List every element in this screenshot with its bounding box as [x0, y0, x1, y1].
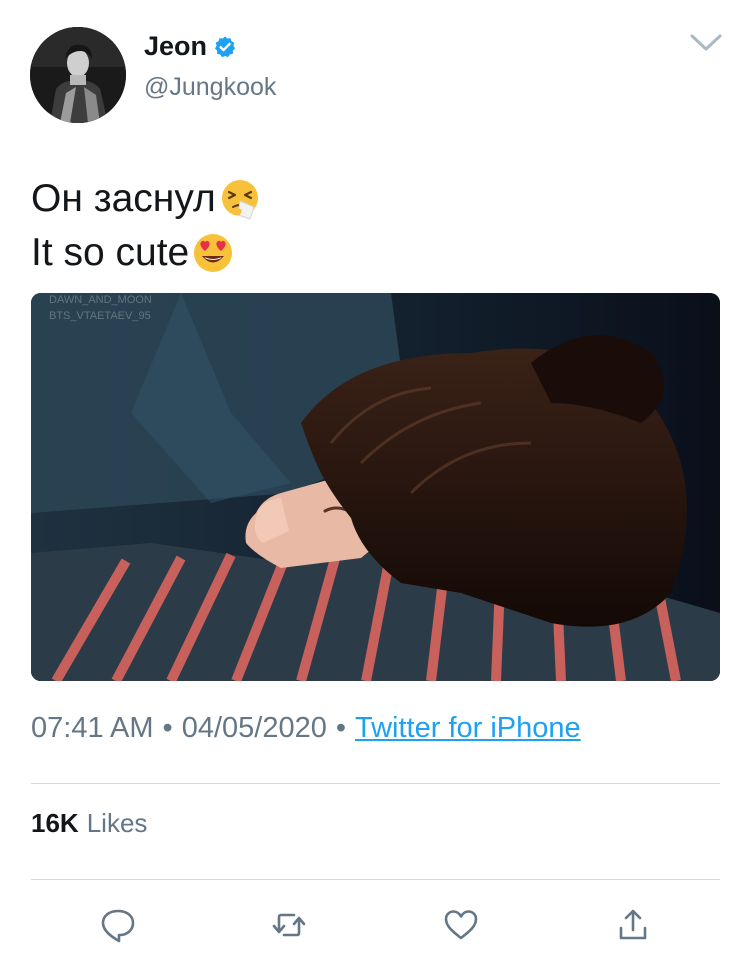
meta-separator: • [162, 712, 173, 744]
like-button[interactable] [436, 900, 486, 950]
tweet-date[interactable]: 04/05/2020 [182, 712, 327, 745]
tweet-media[interactable]: DAWN_AND_MOON BTS_VTAETAEV_95 [31, 293, 720, 681]
tweet-line-1-text: Он заснул [31, 177, 216, 220]
tweet-line-2: It so cute [31, 226, 721, 280]
tweet-source-link[interactable]: Twitter for iPhone [355, 712, 581, 745]
sneezing-face-icon [221, 180, 258, 220]
author-handle[interactable]: @Jungkook [144, 73, 276, 102]
tweet-line-1: Он заснул [31, 172, 721, 226]
retweet-button[interactable] [264, 900, 314, 950]
avatar[interactable] [30, 27, 126, 123]
avatar-image [30, 27, 126, 123]
tweet-line-2-text: It so cute [31, 231, 190, 274]
likes-label: Likes [86, 808, 148, 838]
chevron-down-icon[interactable] [688, 30, 724, 54]
share-button[interactable] [608, 900, 658, 950]
tweet-photo: DAWN_AND_MOON BTS_VTAETAEV_95 [31, 293, 720, 681]
likes-stat[interactable]: 16K Likes [31, 808, 147, 839]
divider [31, 879, 720, 880]
action-bar [0, 900, 750, 950]
meta-separator: • [335, 712, 346, 744]
tweet-text: Он заснул It so cute [31, 172, 721, 280]
divider [31, 783, 720, 784]
tweet-time[interactable]: 07:41 AM [31, 712, 154, 745]
tweet-meta: 07:41 AM • 04/05/2020 • Twitter for iPho… [31, 712, 581, 745]
tweet-card: Jeon @Jungkook Он заснул It so cute DAWN… [0, 0, 750, 970]
reply-icon [101, 909, 135, 943]
retweet-icon [272, 913, 306, 937]
reply-button[interactable] [93, 900, 143, 950]
author-name-row[interactable]: Jeon [144, 31, 237, 62]
likes-count: 16K [31, 808, 79, 838]
watermark-line-1: DAWN_AND_MOON [49, 294, 152, 306]
display-name[interactable]: Jeon [144, 31, 207, 62]
heart-icon [444, 910, 478, 940]
watermark-line-2: BTS_VTAETAEV_95 [49, 310, 151, 322]
heart-eyes-face-icon [194, 234, 233, 272]
verified-badge-icon [215, 36, 236, 57]
share-icon [619, 909, 647, 940]
